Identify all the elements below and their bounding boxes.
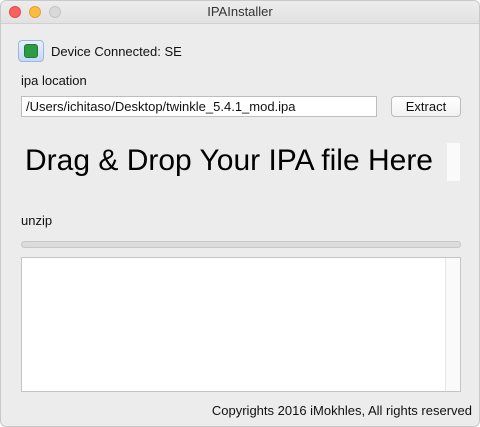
title-bar: IPAInstaller <box>1 1 479 24</box>
copyright-text: Copyrights 2016 iMokhles, All rights res… <box>211 403 472 418</box>
unzip-progress-bar <box>21 241 461 248</box>
ipa-location-label: ipa location <box>21 73 87 88</box>
drop-zone-text: Drag & Drop Your IPA file Here <box>25 144 433 177</box>
ipa-path-input[interactable] <box>21 96 377 117</box>
extract-button[interactable]: Extract <box>391 96 461 117</box>
app-window: IPAInstaller Device Connected: SE ipa lo… <box>0 0 480 427</box>
drop-zone-scrollbar[interactable] <box>447 143 460 181</box>
device-status-text: Device Connected: SE <box>51 44 182 59</box>
log-text-area[interactable] <box>21 257 461 392</box>
ipa-drop-zone[interactable]: Drag & Drop Your IPA file Here <box>21 141 461 181</box>
window-title: IPAInstaller <box>207 4 273 19</box>
log-text <box>22 258 445 391</box>
unzip-label: unzip <box>21 213 53 228</box>
green-status-indicator-icon <box>24 44 38 58</box>
log-scrollbar[interactable] <box>445 258 460 391</box>
device-status-icon <box>18 40 44 62</box>
